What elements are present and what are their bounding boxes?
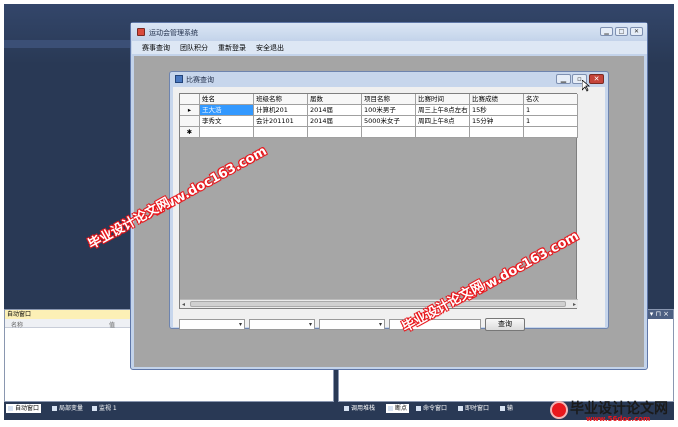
window-icon bbox=[8, 406, 13, 411]
menu-team-score[interactable]: 团队积分 bbox=[180, 43, 208, 53]
filter-combo-3[interactable]: ▾ bbox=[319, 319, 385, 330]
tab-immediate-window[interactable]: 即时窗口 bbox=[456, 404, 491, 413]
table-cell[interactable]: 15分钟 bbox=[470, 116, 524, 127]
app-title: 运动会管理系统 bbox=[149, 29, 198, 37]
brand-url: www.56doc.com bbox=[586, 415, 651, 423]
filter-combo-1[interactable]: ▾ bbox=[179, 319, 245, 330]
grid-header-row: 姓名 班级名称 届数 项目名称 比赛时间 比赛成绩 名次 bbox=[180, 94, 578, 105]
brand-logo-icon bbox=[550, 401, 568, 419]
column-header[interactable]: 届数 bbox=[308, 94, 362, 105]
column-header[interactable]: 班级名称 bbox=[254, 94, 308, 105]
table-cell[interactable]: 15秒 bbox=[470, 105, 524, 116]
column-header[interactable]: 姓名 bbox=[200, 94, 254, 105]
horizontal-scrollbar[interactable]: ◂ ▸ bbox=[180, 299, 578, 308]
row-header[interactable] bbox=[180, 116, 200, 127]
menu-match-query[interactable]: 赛事查询 bbox=[142, 43, 170, 53]
column-header[interactable]: 比赛时间 bbox=[416, 94, 470, 105]
table-cell[interactable]: 周三上午8点左右 bbox=[416, 105, 470, 116]
window-icon bbox=[52, 406, 57, 411]
table-cell[interactable] bbox=[470, 127, 524, 138]
column-header[interactable]: 比赛成绩 bbox=[470, 94, 524, 105]
current-row-indicator-icon[interactable]: ▸ bbox=[180, 105, 200, 116]
left-tab-strip: 自动窗口 局部变量 监视 1 bbox=[4, 402, 334, 414]
auto-window-col-name[interactable]: 名称 bbox=[11, 320, 23, 329]
app-titlebar[interactable]: 运动会管理系统 ▁ □ ✕ bbox=[131, 23, 647, 41]
child-title: 比赛查询 bbox=[186, 76, 214, 84]
window-icon bbox=[388, 406, 393, 411]
match-query-window: 比赛查询 ▁ ▫ ✕ 姓名 班级名称 届数 项目名称 比赛时间 比赛成绩 名次 bbox=[169, 71, 609, 331]
mouse-cursor-icon bbox=[582, 80, 590, 92]
table-cell[interactable]: 5000米女子 bbox=[362, 116, 416, 127]
table-row[interactable]: 李秀文 会计201101 2014届 5000米女子 周四上午8点 15分钟 1 bbox=[180, 116, 578, 127]
grid-corner[interactable] bbox=[180, 94, 200, 105]
ide-toolbar-strip bbox=[4, 40, 130, 48]
child-titlebar[interactable]: 比赛查询 ▁ ▫ ✕ bbox=[170, 72, 608, 87]
filter-combo-2[interactable]: ▾ bbox=[249, 319, 315, 330]
table-cell[interactable]: 1 bbox=[524, 116, 578, 127]
query-button[interactable]: 查询 bbox=[485, 318, 525, 331]
table-cell[interactable]: 李秀文 bbox=[200, 116, 254, 127]
table-row[interactable]: ▸ 王大浩 计算机201 2014届 100米男子 周三上午8点左右 15秒 1 bbox=[180, 105, 578, 116]
table-cell[interactable]: 1 bbox=[524, 105, 578, 116]
column-header[interactable]: 项目名称 bbox=[362, 94, 416, 105]
table-cell[interactable] bbox=[416, 127, 470, 138]
brand-logo: 毕业设计论文网 www.56doc.com bbox=[548, 398, 676, 426]
tab-watch[interactable]: 监视 1 bbox=[90, 404, 119, 413]
tab-command-window[interactable]: 命令窗口 bbox=[414, 404, 449, 413]
window-icon bbox=[416, 406, 421, 411]
table-cell[interactable]: 2014届 bbox=[308, 105, 362, 116]
scroll-left-icon[interactable]: ◂ bbox=[182, 300, 185, 309]
chevron-down-icon: ▾ bbox=[238, 321, 242, 328]
auto-window-col-value[interactable]: 值 bbox=[109, 320, 115, 329]
form-icon bbox=[175, 75, 183, 83]
window-icon bbox=[344, 406, 349, 411]
table-cell[interactable]: 王大浩 bbox=[200, 105, 254, 116]
table-cell[interactable]: 周四上午8点 bbox=[416, 116, 470, 127]
table-cell[interactable] bbox=[254, 127, 308, 138]
app-window: 运动会管理系统 ▁ □ ✕ 赛事查询 团队积分 重新登录 安全退出 比赛查询 ▁… bbox=[130, 22, 648, 370]
app-menubar: 赛事查询 团队积分 重新登录 安全退出 bbox=[132, 41, 647, 54]
window-icon bbox=[458, 406, 463, 411]
table-cell[interactable]: 会计201101 bbox=[254, 116, 308, 127]
table-cell[interactable]: 2014届 bbox=[308, 116, 362, 127]
child-close-button[interactable]: ✕ bbox=[589, 74, 604, 84]
tab-locals[interactable]: 局部变量 bbox=[50, 404, 85, 413]
window-icon bbox=[92, 406, 97, 411]
close-button[interactable]: ✕ bbox=[630, 27, 643, 36]
table-cell[interactable] bbox=[524, 127, 578, 138]
tab-output[interactable]: 输 bbox=[498, 404, 515, 413]
new-row[interactable]: ✱ bbox=[180, 127, 578, 138]
ide-frame: 自动窗口 名称 值 ▾ ⊓ × 自动窗口 局部变量 监视 1 调用堆栈 断点 命… bbox=[4, 4, 674, 420]
tab-call-stack[interactable]: 调用堆栈 bbox=[342, 404, 377, 413]
table-cell[interactable]: 计算机201 bbox=[254, 105, 308, 116]
scrollbar-thumb[interactable] bbox=[190, 301, 566, 307]
minimize-button[interactable]: ▁ bbox=[600, 27, 613, 36]
table-cell[interactable] bbox=[308, 127, 362, 138]
menu-relogin[interactable]: 重新登录 bbox=[218, 43, 246, 53]
table-cell[interactable] bbox=[200, 127, 254, 138]
tab-breakpoints[interactable]: 断点 bbox=[386, 404, 410, 413]
chevron-down-icon: ▾ bbox=[308, 321, 312, 328]
app-icon bbox=[137, 28, 145, 36]
pane-pin-icon[interactable]: ▾ ⊓ × bbox=[650, 310, 669, 319]
chevron-down-icon: ▾ bbox=[378, 321, 382, 328]
table-cell[interactable] bbox=[362, 127, 416, 138]
maximize-button[interactable]: □ bbox=[615, 27, 628, 36]
new-row-asterisk-icon[interactable]: ✱ bbox=[180, 127, 200, 138]
table-cell[interactable]: 100米男子 bbox=[362, 105, 416, 116]
menu-exit[interactable]: 安全退出 bbox=[256, 43, 284, 53]
child-minimize-button[interactable]: ▁ bbox=[556, 74, 571, 84]
column-header[interactable]: 名次 bbox=[524, 94, 578, 105]
tab-auto-window[interactable]: 自动窗口 bbox=[6, 404, 42, 413]
child-client-area: 姓名 班级名称 届数 项目名称 比赛时间 比赛成绩 名次 ▸ 王大浩 计算机20… bbox=[173, 87, 605, 331]
window-icon bbox=[500, 406, 505, 411]
scroll-right-icon[interactable]: ▸ bbox=[573, 300, 576, 309]
